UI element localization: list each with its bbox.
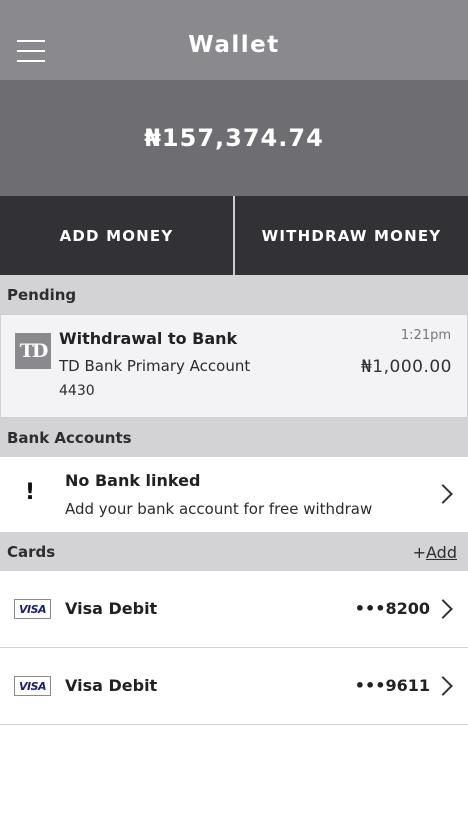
withdraw-money-button[interactable]: WITHDRAW MONEY	[235, 196, 468, 275]
bank-accounts-section-label: Bank Accounts	[7, 429, 132, 447]
wallet-balance: ₦157,374.74	[144, 124, 324, 152]
page-title: Wallet	[188, 32, 280, 58]
add-money-button[interactable]: ADD MONEY	[0, 196, 233, 275]
card-name: Visa Debit	[65, 599, 158, 618]
card-row[interactable]: VISA Visa Debit •••9611	[0, 648, 468, 725]
pending-title: Withdrawal to Bank	[59, 329, 238, 348]
pending-time: 1:21pm	[400, 328, 451, 343]
cards-section-label: Cards	[7, 543, 56, 561]
chevron-right-icon	[433, 599, 453, 619]
pending-account-number: 4430	[59, 383, 95, 399]
no-bank-title: No Bank linked	[65, 471, 201, 490]
exclamation-icon: !	[24, 480, 36, 505]
add-card-plus: +	[412, 543, 427, 562]
card-last4: •••8200	[354, 599, 430, 618]
pending-section-header: Pending	[0, 275, 468, 314]
add-card-link[interactable]: +Add	[413, 543, 457, 562]
cards-section-header: Cards +Add	[0, 532, 468, 571]
add-card-label: Add	[426, 543, 457, 562]
balance-bar: ₦157,374.74	[0, 80, 468, 196]
link-bank-row[interactable]: ! No Bank linked Add your bank account f…	[0, 457, 468, 532]
pending-account: TD Bank Primary Account	[59, 357, 251, 375]
bank-accounts-section-header: Bank Accounts	[0, 418, 468, 457]
wallet-actions: ADD MONEY WITHDRAW MONEY	[0, 196, 468, 275]
card-row[interactable]: VISA Visa Debit •••8200	[0, 571, 468, 648]
card-name: Visa Debit	[65, 676, 158, 695]
pending-amount: ₦1,000.00	[360, 357, 452, 377]
visa-logo-icon: VISA	[14, 676, 51, 696]
pending-section-label: Pending	[7, 286, 77, 304]
td-bank-logo: TD	[15, 333, 51, 369]
card-last4: •••9611	[354, 676, 430, 695]
chevron-right-icon	[433, 676, 453, 696]
chevron-right-icon	[433, 484, 453, 504]
no-bank-subtitle: Add your bank account for free withdraw	[65, 500, 373, 518]
pending-transaction[interactable]: TD Withdrawal to Bank TD Bank Primary Ac…	[0, 314, 468, 418]
visa-logo-icon: VISA	[14, 599, 51, 619]
app-header: Wallet	[0, 0, 468, 80]
